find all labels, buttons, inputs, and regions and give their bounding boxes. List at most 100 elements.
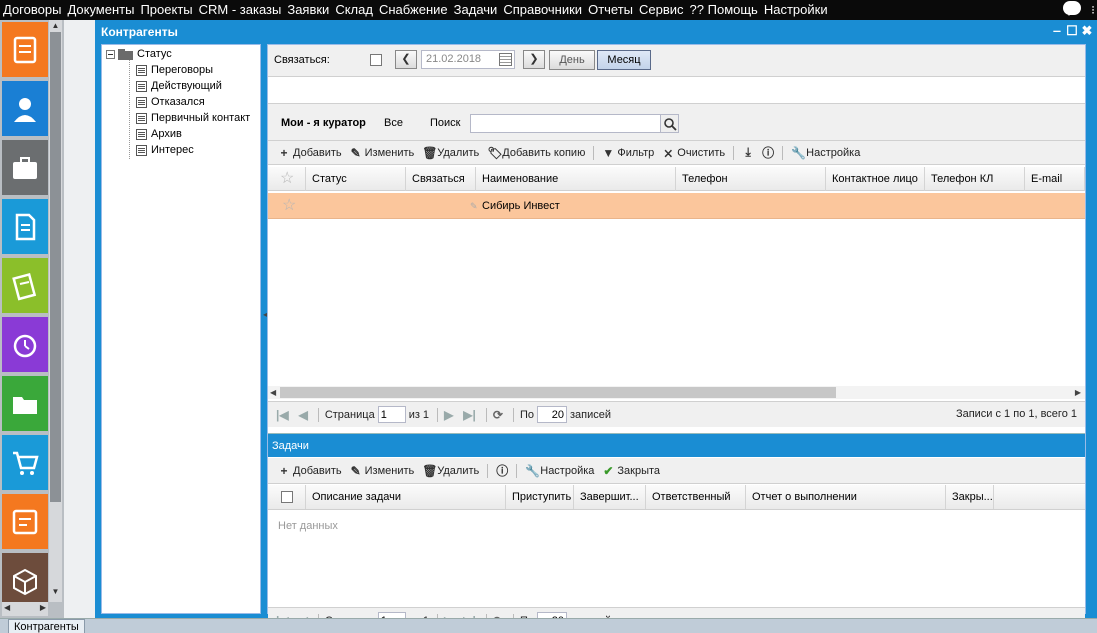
tree-item-arkhiv[interactable]: Архив [136, 128, 182, 140]
dock-tile-folder[interactable] [2, 376, 48, 431]
favorite-star-icon[interactable]: ☆ [274, 193, 306, 219]
first-page-icon[interactable]: |◀ [276, 408, 289, 422]
info-button[interactable]: ⓘ [762, 144, 774, 161]
dock-tile-user[interactable] [2, 81, 48, 136]
collapse-icon[interactable] [106, 49, 115, 59]
grid-horizontal-scrollbar[interactable]: ◀ ▶ [268, 386, 1085, 399]
task-delete-button[interactable]: 🗑 Удалить [422, 464, 479, 478]
month-button[interactable]: Месяц [597, 50, 651, 70]
dock-scroll-thumb[interactable] [50, 32, 61, 502]
chat-icon[interactable] [1063, 1, 1081, 16]
maximize-icon[interactable]: ☐ [1066, 24, 1078, 38]
dock-tile-calculator[interactable] [2, 22, 48, 77]
dock-tile-contract[interactable] [2, 258, 48, 313]
column-phone-kl[interactable]: Телефон КЛ [925, 167, 1025, 191]
dock-vertical-scrollbar[interactable]: ▲ ▼ [49, 20, 62, 602]
task-closed-toggle[interactable]: ✔ Закрыта [602, 464, 660, 478]
table-row[interactable]: ☆ ✎ Сибирь Инвест [268, 193, 1085, 219]
column-responsible[interactable]: Ответственный [646, 485, 746, 509]
date-field[interactable]: 21.02.2018 [421, 50, 515, 69]
curator-filter-mine[interactable]: Мои - я куратор [281, 117, 366, 129]
tree-item-peregovory[interactable]: Переговоры [136, 64, 213, 76]
dock-tile-briefcase[interactable] [2, 140, 48, 195]
delete-button[interactable]: 🗑 Удалить [422, 146, 479, 160]
grid-scroll-thumb[interactable] [280, 387, 836, 398]
dock-tile-document[interactable] [2, 199, 48, 254]
column-name[interactable]: Наименование [476, 167, 676, 191]
column-status[interactable]: Статус [306, 167, 406, 191]
dock-horizontal-scrollbar[interactable]: ◀ ▶ [2, 602, 48, 616]
task-info-button[interactable]: ⓘ [496, 462, 508, 479]
search-input[interactable] [470, 114, 662, 133]
menu-nastroyki[interactable]: Настройки [761, 0, 831, 20]
select-all-checkbox[interactable] [268, 485, 306, 509]
dock-tile-cart[interactable] [2, 435, 48, 490]
next-page-icon[interactable]: ▶ [444, 408, 453, 422]
edit-button[interactable]: ✎ Изменить [350, 146, 415, 160]
close-icon[interactable]: ✖ [1081, 24, 1093, 38]
menu-sklad[interactable]: Склад [332, 0, 376, 20]
column-report[interactable]: Отчет о выполнении [746, 485, 946, 509]
tree-item-interes[interactable]: Интерес [136, 144, 194, 156]
curator-filter-all[interactable]: Все [384, 117, 403, 129]
menu-otchety[interactable]: Отчеты [585, 0, 636, 20]
dock-tile-box[interactable] [2, 553, 48, 602]
menu-snabzhenie[interactable]: Снабжение [376, 0, 451, 20]
menu-spravochniki[interactable]: Справочники [500, 0, 585, 20]
settings-button[interactable]: 🔧 Настройка [791, 146, 860, 160]
menu-dogovory[interactable]: Договоры [0, 0, 64, 20]
menu-proekty[interactable]: Проекты [137, 0, 195, 20]
scroll-right-icon[interactable]: ▶ [40, 603, 46, 612]
tree-item-pervichny-kontakt[interactable]: Первичный контакт [136, 112, 250, 124]
column-task-description[interactable]: Описание задачи [306, 485, 506, 509]
menu-pomosch[interactable]: ?? Помощь [687, 0, 761, 20]
task-add-button[interactable]: + Добавить [278, 464, 341, 478]
dock-tile-alarm-clock[interactable] [2, 317, 48, 372]
last-page-icon[interactable]: ▶| [463, 408, 476, 422]
dock-tile-form[interactable] [2, 494, 48, 549]
contact-checkbox[interactable] [370, 54, 382, 66]
clear-filter-button[interactable]: ⨯ Очистить [662, 146, 725, 160]
favorite-column-icon[interactable]: ☆ [268, 167, 306, 191]
prev-page-icon[interactable]: ◀ [299, 408, 308, 422]
task-edit-button[interactable]: ✎ Изменить [350, 464, 415, 478]
edit-note-icon[interactable]: ✎ [464, 193, 478, 219]
minimize-icon[interactable]: ‒ [1051, 24, 1063, 38]
scroll-down-icon[interactable]: ▼ [49, 586, 62, 598]
scroll-right-icon[interactable]: ▶ [1075, 386, 1081, 399]
filter-button[interactable]: ▼ Фильтр [602, 146, 654, 160]
refresh-icon[interactable]: ⟳ [493, 408, 503, 422]
prev-date-button[interactable]: ❮ [395, 50, 417, 69]
more-icon[interactable]: ⁝ [1091, 3, 1095, 17]
column-phone[interactable]: Телефон [676, 167, 826, 191]
column-contact[interactable]: Связаться [406, 167, 476, 191]
scroll-up-icon[interactable]: ▲ [49, 20, 62, 32]
menu-zadachi[interactable]: Задачи [451, 0, 501, 20]
column-contact-person[interactable]: Контактное лицо [826, 167, 925, 191]
menu-dokumenty[interactable]: Документы [64, 0, 137, 20]
taskbar-item-kontragenty[interactable]: Контрагенты [8, 619, 85, 633]
column-finish[interactable]: Завершит... [574, 485, 646, 509]
add-button[interactable]: + Добавить [278, 146, 341, 160]
add-copy-button[interactable]: 🏷 Добавить копию [487, 146, 585, 160]
export-button[interactable]: ⤓ [742, 145, 754, 160]
scroll-left-icon[interactable]: ◀ [270, 386, 276, 399]
column-email[interactable]: E-mail [1025, 167, 1085, 191]
per-page-input[interactable] [536, 406, 567, 423]
search-button[interactable] [660, 114, 679, 133]
page-input[interactable] [377, 406, 406, 423]
menu-crm-zakazy[interactable]: CRM - заказы [196, 0, 285, 20]
scroll-left-icon[interactable]: ◀ [4, 603, 10, 612]
task-settings-button[interactable]: 🔧 Настройка [525, 464, 594, 478]
tree-item-deystvuyuschiy[interactable]: Действующий [136, 80, 222, 92]
column-closed[interactable]: Закры... [946, 485, 994, 509]
day-button[interactable]: День [549, 50, 595, 70]
tree-root-status[interactable]: Статус [106, 48, 172, 60]
column-start[interactable]: Приступить [506, 485, 574, 509]
tree-item-otkazalsya[interactable]: Отказался [136, 96, 205, 108]
next-date-button[interactable]: ❯ [523, 50, 545, 69]
menu-servis[interactable]: Сервис [636, 0, 687, 20]
menu-zayavki[interactable]: Заявки [284, 0, 332, 20]
calendar-icon[interactable] [499, 53, 512, 66]
search-label: Поиск [430, 117, 461, 129]
